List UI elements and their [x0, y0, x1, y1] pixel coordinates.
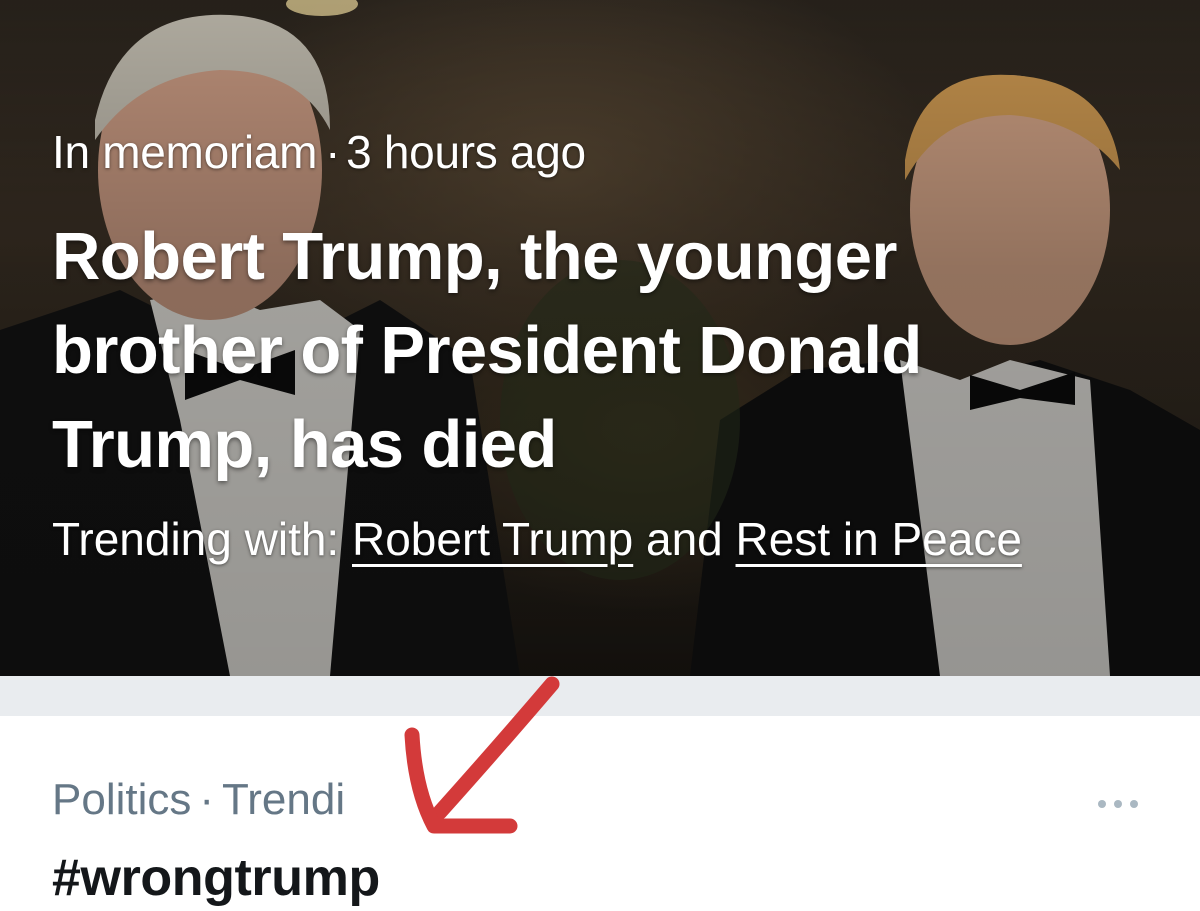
trend-status: Trendi	[222, 775, 346, 824]
story-time: 3 hours ago	[346, 126, 586, 178]
trend-meta: Politics · Trendi	[52, 772, 345, 828]
story-category: In memoriam	[52, 126, 318, 178]
trending-with: Trending with: Robert Trump and Rest in …	[52, 506, 1122, 572]
trending-link-robert-trump[interactable]: Robert Trump	[352, 513, 633, 565]
meta-separator: ·	[325, 126, 341, 178]
hero-story-card[interactable]: In memoriam · 3 hours ago Robert Trump, th…	[0, 0, 1200, 676]
trending-link-rest-in-peace[interactable]: Rest in Peace	[736, 513, 1022, 565]
trending-prefix: Trending with:	[52, 513, 340, 565]
trend-hashtag[interactable]: #wrongtrump	[52, 846, 380, 910]
section-divider	[0, 676, 1200, 716]
hero-text: In memoriam · 3 hours ago Robert Trump, th…	[52, 122, 1152, 572]
story-headline[interactable]: Robert Trump, the younger brother of Pre…	[52, 210, 1142, 492]
more-horizontal-icon[interactable]	[1098, 796, 1142, 812]
story-meta: In memoriam · 3 hours ago	[52, 122, 1152, 182]
trend-separator: ·	[199, 775, 215, 824]
trending-conjunction: and	[646, 513, 723, 565]
trend-category: Politics	[52, 775, 192, 824]
trend-item[interactable]: Politics · Trendi #wrongtrump	[0, 716, 1200, 911]
